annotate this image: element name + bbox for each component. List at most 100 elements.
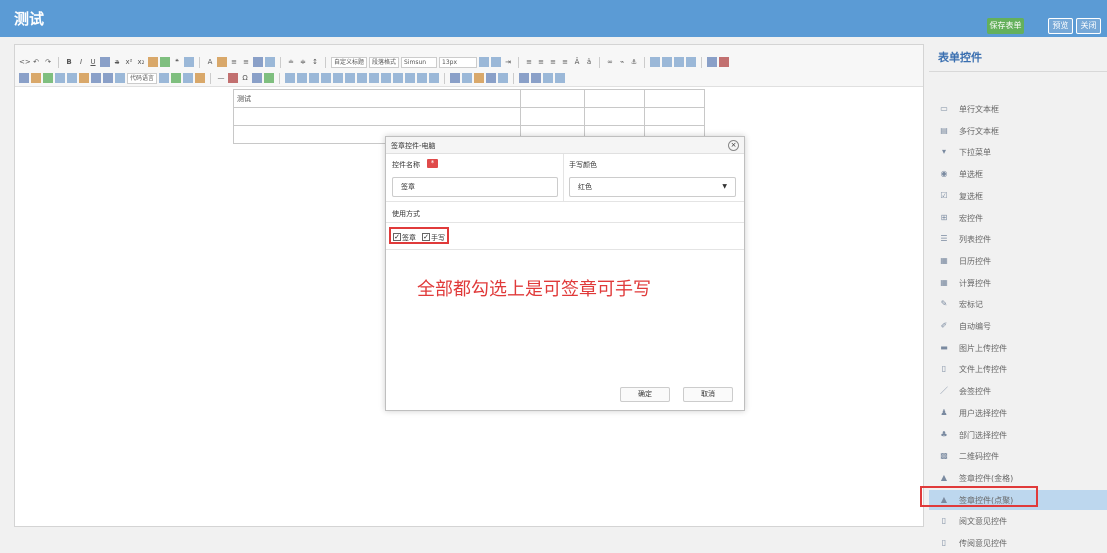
sidebar-item[interactable]: ☰ 列表控件 — [929, 229, 1107, 249]
row-spacing-bottom-icon[interactable]: ≑ — [298, 57, 308, 67]
unordered-list-icon[interactable]: ≡ — [241, 57, 251, 67]
custom-heading-select[interactable]: 自定义标题 — [331, 56, 368, 68]
sidebar-item[interactable]: ✐ 自动编号 — [929, 316, 1107, 336]
table-cell[interactable]: 测试 — [232, 89, 522, 108]
table-cell[interactable] — [520, 107, 585, 126]
control-name-input[interactable]: 签章 — [392, 177, 558, 197]
delete-col-icon[interactable] — [357, 73, 367, 83]
image-center-icon[interactable] — [686, 57, 697, 67]
time-icon[interactable] — [171, 73, 181, 83]
gallery-icon[interactable] — [103, 73, 113, 83]
format-match-icon[interactable] — [148, 57, 158, 67]
sidebar-item[interactable]: ✎ 宏标记 — [929, 294, 1107, 314]
image-right-icon[interactable] — [674, 57, 685, 67]
indent-icon[interactable]: ⇥ — [503, 57, 513, 67]
page-break-icon[interactable] — [159, 73, 169, 83]
sidebar-item[interactable]: ▩ 二维码控件 — [929, 446, 1107, 466]
map-icon[interactable] — [43, 73, 53, 83]
save-form-button[interactable]: 保存表单 — [987, 18, 1024, 34]
search-replace-icon[interactable] — [252, 73, 262, 83]
cancel-button[interactable]: 取消 — [683, 387, 733, 402]
insert-paragraph-icon[interactable] — [309, 73, 319, 83]
sidebar-item[interactable]: ／ 会签控件 — [929, 381, 1107, 401]
field-list-icon[interactable] — [519, 73, 529, 83]
font-border-icon[interactable] — [100, 57, 110, 67]
paragraph-format-select[interactable]: 段落格式 — [369, 56, 400, 68]
italic-icon[interactable]: I — [76, 57, 86, 67]
table-cell[interactable] — [584, 107, 645, 126]
ordered-list-icon[interactable]: ≡ — [229, 57, 239, 67]
image-float-none-icon[interactable] — [650, 57, 661, 67]
special-char-icon[interactable]: Ω — [240, 73, 250, 83]
blockquote-icon[interactable]: ❝ — [172, 57, 182, 67]
font-size-select[interactable]: 13px — [439, 56, 478, 68]
uppercase-icon[interactable]: Â — [572, 57, 582, 67]
align-right-icon[interactable]: ≡ — [548, 57, 558, 67]
insert-image-icon[interactable] — [707, 57, 718, 67]
select-all-icon[interactable] — [253, 57, 263, 67]
close-button[interactable]: 关闭 — [1076, 18, 1101, 34]
split-cols-icon[interactable] — [429, 73, 439, 83]
html-source-icon[interactable]: <> — [19, 57, 31, 67]
sidebar-item[interactable]: ▯ 文件上传控件 — [929, 359, 1107, 379]
source-mode-icon[interactable] — [555, 73, 565, 83]
handwrite-checkbox[interactable]: ✓ — [422, 233, 430, 241]
font-family-select[interactable]: Simsun — [401, 56, 438, 68]
row-spacing-top-icon[interactable]: ≐ — [286, 57, 296, 67]
anchor-icon[interactable]: ⚓ — [629, 57, 639, 67]
sidebar-item[interactable]: ◉ 单选框 — [929, 164, 1107, 184]
font-color-icon[interactable]: A — [205, 57, 215, 67]
unlink-icon[interactable]: ⌁ — [617, 57, 627, 67]
delete-row-icon[interactable] — [333, 73, 343, 83]
close-icon[interactable]: × — [728, 140, 739, 151]
highlight-color-icon[interactable] — [217, 57, 227, 67]
clear-doc-icon[interactable] — [265, 57, 275, 67]
help-icon[interactable] — [486, 73, 496, 83]
table-cell[interactable] — [584, 89, 645, 108]
sidebar-item[interactable]: ▭ 单行文本框 — [929, 99, 1107, 119]
save-icon[interactable] — [531, 73, 541, 83]
draft-icon[interactable] — [498, 73, 508, 83]
wordimage-icon[interactable] — [195, 73, 205, 83]
redo-icon[interactable]: ↷ — [43, 57, 53, 67]
sidebar-item[interactable]: ♟ 用户选择控件 — [929, 403, 1107, 423]
code-language-select[interactable]: 代码语言 — [127, 72, 157, 84]
insert-col-icon[interactable] — [345, 73, 355, 83]
preview-icon[interactable] — [462, 73, 472, 83]
search-icon[interactable] — [474, 73, 484, 83]
sidebar-item[interactable]: ▯ 传阅意见控件 — [929, 533, 1107, 553]
music-icon[interactable] — [67, 73, 77, 83]
horizontal-rule-icon[interactable]: — — [216, 73, 226, 83]
spellcheck-icon[interactable] — [264, 73, 274, 83]
date-icon[interactable] — [183, 73, 193, 83]
merge-cells-icon[interactable] — [369, 73, 379, 83]
ltr-icon[interactable] — [479, 57, 490, 67]
emoticon-icon[interactable] — [719, 57, 730, 67]
snapscreen-icon[interactable] — [228, 73, 238, 83]
insert-table-icon[interactable] — [285, 73, 295, 83]
lowercase-icon[interactable]: â — [584, 57, 594, 67]
undo-icon[interactable]: ↶ — [31, 57, 41, 67]
sidebar-item[interactable]: ▬ 图片上传控件 — [929, 338, 1107, 358]
print-icon[interactable] — [450, 73, 460, 83]
template-icon[interactable] — [115, 73, 125, 83]
insert-row-icon[interactable] — [321, 73, 331, 83]
sidebar-item[interactable]: ▯ 阅文意见控件 — [929, 511, 1107, 531]
align-left-icon[interactable]: ≡ — [524, 57, 534, 67]
delete-table-icon[interactable] — [297, 73, 307, 83]
subscript-icon[interactable]: x₂ — [136, 57, 146, 67]
fullscreen-icon[interactable] — [543, 73, 553, 83]
preview-button[interactable]: 预览 — [1048, 18, 1073, 34]
merge-down-icon[interactable] — [393, 73, 403, 83]
align-justify-icon[interactable]: ≡ — [560, 57, 570, 67]
table-cell[interactable] — [520, 89, 585, 108]
bold-icon[interactable]: B — [64, 57, 74, 67]
sidebar-item[interactable]: ▦ 计算控件 — [929, 273, 1107, 293]
insert-media-icon[interactable] — [19, 73, 29, 83]
sidebar-item[interactable]: ▲ 签章控件(点聚) — [920, 485, 1107, 510]
underline-icon[interactable]: U — [88, 57, 98, 67]
sidebar-item[interactable]: ▾ 下拉菜单 — [929, 142, 1107, 162]
sidebar-item[interactable]: ♣ 部门选择控件 — [929, 425, 1107, 445]
table-cell[interactable] — [644, 89, 705, 108]
align-center-icon[interactable]: ≡ — [536, 57, 546, 67]
